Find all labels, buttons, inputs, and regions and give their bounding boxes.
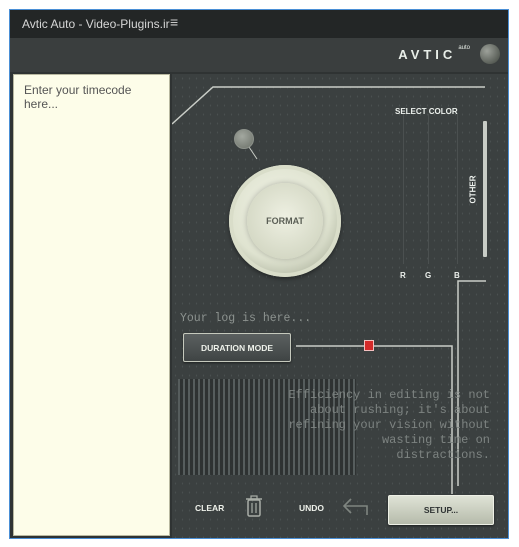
quote-text: Efficiency in editing is not about rushi… (234, 388, 490, 463)
other-label: OTHER (468, 175, 478, 203)
brand-suffix: auto (458, 45, 470, 51)
trash-icon[interactable] (245, 495, 263, 517)
quote-line: distractions. (396, 448, 490, 462)
undo-arrow-icon[interactable] (341, 495, 369, 517)
undo-button[interactable]: UNDO (299, 503, 324, 513)
format-knob-face: FORMAT (247, 183, 323, 259)
setup-button[interactable]: SETUP... (388, 495, 494, 525)
timecode-input[interactable] (13, 74, 170, 536)
channel-b-label: B (454, 271, 460, 280)
log-output: Your log is here... (180, 312, 312, 325)
clear-button[interactable]: CLEAR (195, 503, 224, 513)
quote-line: refining your vision without (288, 418, 490, 432)
status-indicator-icon[interactable] (480, 44, 500, 64)
red-slider[interactable] (403, 114, 404, 264)
channel-r-label: R (400, 271, 406, 280)
other-slider-bar[interactable] (483, 121, 487, 257)
brand-logo: AVTIC auto (398, 45, 470, 62)
title-bar: Avtic Auto - Video-Plugins.ir ≡ (10, 10, 508, 38)
format-label: FORMAT (266, 216, 304, 226)
control-panel: SELECT COLOR R G B OTHER FORMAT Your log… (172, 74, 508, 538)
window-title: Avtic Auto - Video-Plugins.ir (22, 17, 170, 31)
brand-name: AVTIC (398, 47, 457, 62)
format-indicator-knob[interactable] (234, 129, 254, 149)
green-slider[interactable] (428, 114, 429, 264)
select-color-label: SELECT COLOR (395, 107, 458, 116)
position-marker[interactable] (364, 340, 374, 351)
quote-line: wasting time on (381, 433, 490, 447)
quote-line: Efficiency in editing is not (288, 388, 490, 402)
duration-mode-label: DURATION MODE (200, 342, 274, 353)
duration-mode-button[interactable]: DURATION MODE (183, 333, 291, 362)
quote-line: about rushing; it's about (309, 403, 490, 417)
setup-label: SETUP... (423, 505, 459, 515)
other-toggle[interactable]: OTHER (464, 121, 482, 257)
format-knob[interactable]: FORMAT (229, 165, 341, 277)
app-window: Avtic Auto - Video-Plugins.ir ≡ AVTIC aut… (9, 9, 509, 539)
header-bar: AVTIC auto (10, 38, 508, 72)
hamburger-icon[interactable]: ≡ (170, 14, 178, 30)
channel-g-label: G (425, 271, 432, 280)
blue-slider[interactable] (457, 114, 458, 264)
